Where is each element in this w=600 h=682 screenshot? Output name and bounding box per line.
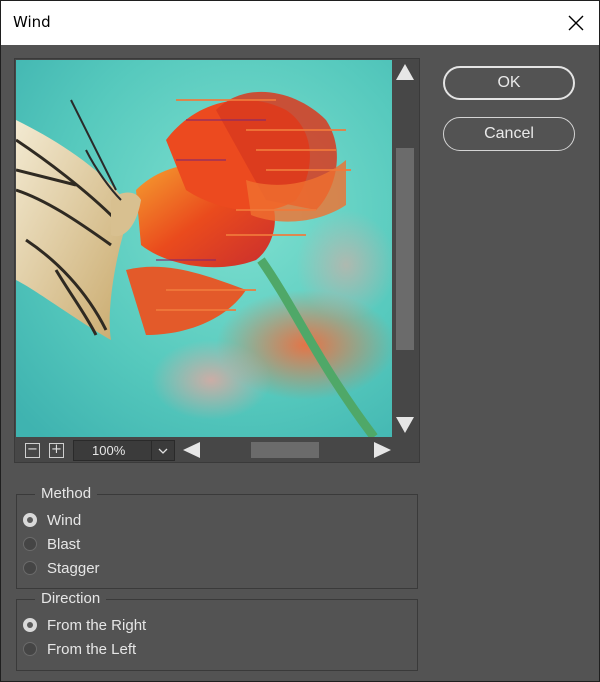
radio-label-from-right: From the Right <box>47 616 147 634</box>
ok-button[interactable]: OK <box>443 66 575 100</box>
vertical-scrollbar[interactable] <box>393 59 417 438</box>
horizontal-scroll-thumb[interactable] <box>251 442 319 458</box>
method-option-wind[interactable]: Wind <box>23 509 81 531</box>
close-icon <box>568 15 584 31</box>
window-title: Wind <box>13 13 51 31</box>
cancel-button[interactable]: Cancel <box>443 117 575 151</box>
vertical-scroll-thumb[interactable] <box>396 148 414 350</box>
direction-option-from-right[interactable]: From the Right <box>23 614 146 636</box>
zoom-in-icon[interactable]: + <box>49 443 64 458</box>
title-bar: Wind <box>1 1 599 45</box>
method-option-stagger[interactable]: Stagger <box>23 557 100 579</box>
method-option-blast[interactable]: Blast <box>23 533 80 555</box>
radio-stagger[interactable] <box>23 561 37 575</box>
method-group-label: Method <box>35 485 98 502</box>
close-button[interactable] <box>553 1 599 45</box>
radio-label-wind: Wind <box>47 511 82 529</box>
method-group: Method Wind Blast Stagger <box>16 485 418 589</box>
radio-label-blast: Blast <box>47 535 81 553</box>
chevron-down-icon[interactable] <box>151 441 174 460</box>
zoom-out-icon[interactable]: − <box>25 443 40 458</box>
scroll-right-arrow-icon[interactable] <box>374 442 391 458</box>
radio-blast[interactable] <box>23 537 37 551</box>
direction-group: Direction From the Right From the Left <box>16 590 418 671</box>
zoom-toolbar: − + 100% <box>15 438 419 462</box>
radio-label-from-left: From the Left <box>47 640 137 658</box>
scroll-up-arrow-icon[interactable] <box>396 64 414 80</box>
radio-from-left[interactable] <box>23 642 37 656</box>
direction-group-label: Direction <box>35 590 107 607</box>
preview-panel: − + 100% <box>14 58 420 463</box>
zoom-level-value: 100% <box>92 443 126 458</box>
horizontal-scrollbar[interactable] <box>181 438 393 462</box>
scroll-left-arrow-icon[interactable] <box>183 442 200 458</box>
radio-label-stagger: Stagger <box>47 559 100 577</box>
wind-dialog: Wind − + 100% OK Cancel Method Wind Blas… <box>0 0 600 682</box>
preview-artwork <box>16 60 392 437</box>
filter-preview-image[interactable] <box>16 60 392 437</box>
radio-wind[interactable] <box>23 513 37 527</box>
scroll-down-arrow-icon[interactable] <box>396 417 414 433</box>
direction-option-from-left[interactable]: From the Left <box>23 638 136 660</box>
zoom-level-select[interactable]: 100% <box>73 440 175 461</box>
radio-from-right[interactable] <box>23 618 37 632</box>
